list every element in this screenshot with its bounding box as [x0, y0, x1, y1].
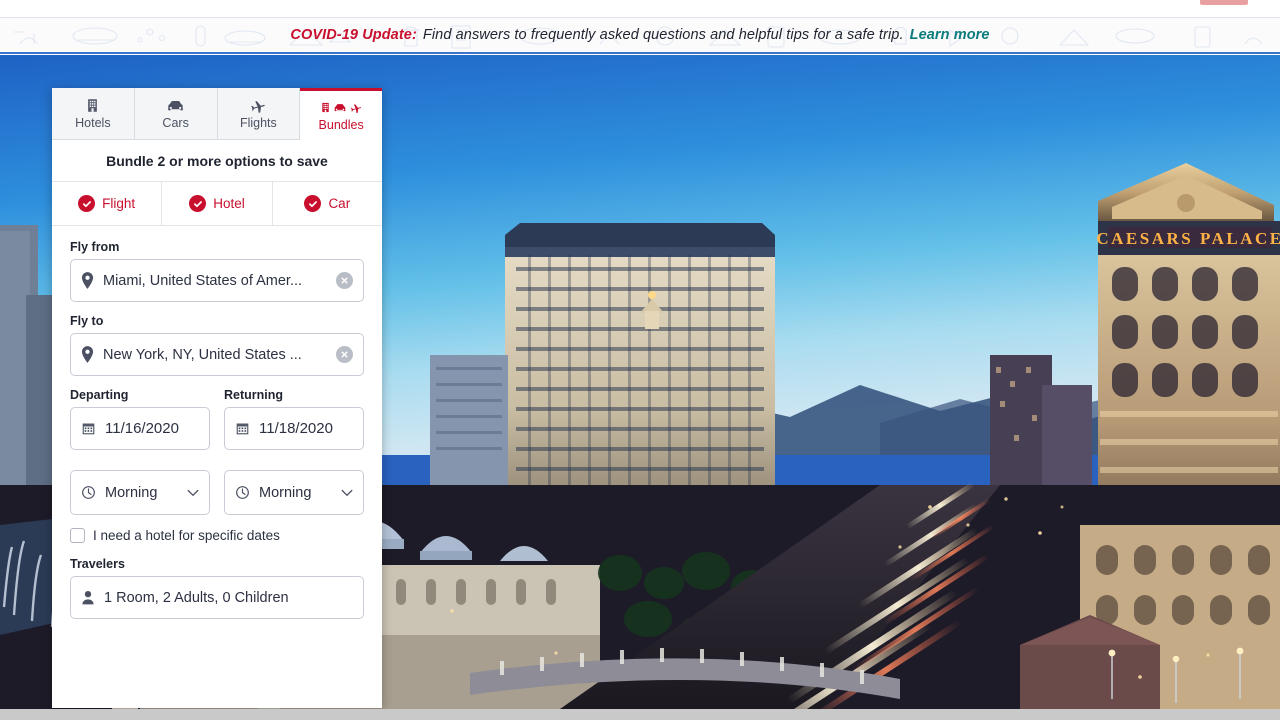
car-icon — [166, 97, 185, 114]
tab-cars[interactable]: Cars — [134, 88, 218, 140]
travelers-input[interactable]: 1 Room, 2 Adults, 0 Children — [70, 576, 364, 619]
returning-time-select[interactable]: Morning — [224, 470, 364, 515]
person-icon — [81, 590, 95, 605]
check-circle-icon — [78, 195, 96, 212]
fly-to-value: New York, NY, United States ... — [103, 346, 302, 363]
product-toggle-flight[interactable]: Flight — [52, 182, 163, 225]
clock-icon — [81, 485, 96, 500]
covid-learn-more-link[interactable]: Learn more — [910, 27, 990, 43]
fly-to-field: Fly to New York, NY, United States ... — [70, 314, 364, 376]
returning-date-input[interactable]: 11/18/2020 — [224, 407, 364, 450]
product-toggle-car[interactable]: Car — [273, 182, 382, 225]
chevron-down-icon — [341, 489, 353, 497]
product-label-hotel: Hotel — [213, 196, 245, 211]
tab-hotels[interactable]: Hotels — [52, 88, 135, 140]
clear-circle-icon[interactable] — [336, 346, 353, 363]
hotel-specific-dates-checkbox[interactable]: I need a hotel for specific dates — [70, 528, 364, 543]
departing-date-input[interactable]: 11/16/2020 — [70, 407, 210, 450]
tab-label-bundles: Bundles — [318, 118, 364, 133]
fly-from-input[interactable]: Miami, United States of Amer... — [70, 259, 364, 302]
calendar-icon — [81, 421, 96, 436]
date-row: Departing 11/16/2020 Returning 11/18/202… — [70, 388, 364, 450]
departing-time-value: Morning — [105, 484, 158, 501]
travelers-field: Travelers 1 Room, 2 Adults, 0 Children — [70, 557, 364, 619]
map-pin-icon — [81, 272, 94, 289]
bottom-scroll-strip — [0, 709, 1280, 720]
time-row: Morning Morning — [70, 470, 364, 515]
tab-label-flights: Flights — [239, 116, 277, 131]
calendar-icon — [235, 421, 250, 436]
booking-widget-panel: Hotels Cars Flights Bundles Bundle 2 or … — [52, 88, 382, 708]
departing-time-select[interactable]: Morning — [70, 470, 210, 515]
hotel-specific-dates-label: I need a hotel for specific dates — [93, 528, 280, 543]
covid-banner-text: Find answers to frequently asked questio… — [422, 27, 904, 43]
departing-field: Departing 11/16/2020 — [70, 388, 210, 450]
bundle-hotel-car-plane-icon — [320, 99, 363, 116]
returning-date-value: 11/18/2020 — [259, 420, 333, 437]
departing-label: Departing — [70, 388, 129, 402]
product-toggle-row: Flight Hotel Car — [52, 182, 382, 226]
returning-label: Returning — [224, 388, 284, 402]
fly-from-label: Fly from — [70, 240, 120, 254]
covid-banner-title: COVID-19 Update: — [290, 27, 417, 43]
chevron-down-icon — [187, 489, 199, 497]
travelers-value: 1 Room, 2 Adults, 0 Children — [104, 589, 289, 606]
clear-circle-icon[interactable] — [336, 272, 353, 289]
tab-label-cars: Cars — [162, 116, 189, 131]
departing-time-field: Morning — [70, 470, 210, 515]
browser-top-strip — [0, 0, 1280, 18]
svg-text:CAESARS PALACE: CAESARS PALACE — [1096, 229, 1280, 248]
returning-time-value: Morning — [259, 484, 312, 501]
returning-field: Returning 11/18/2020 — [224, 388, 364, 450]
travelers-label: Travelers — [70, 557, 125, 571]
product-label-flight: Flight — [102, 196, 136, 211]
fly-from-field: Fly from Miami, United States of Amer... — [70, 240, 364, 302]
returning-time-field: Morning — [224, 470, 364, 515]
fly-to-input[interactable]: New York, NY, United States ... — [70, 333, 364, 376]
tab-flights[interactable]: Flights — [217, 88, 301, 140]
panel-subtitle: Bundle 2 or more options to save — [52, 140, 382, 182]
tab-label-hotels: Hotels — [75, 116, 111, 131]
map-pin-icon — [81, 346, 94, 363]
fly-to-label: Fly to — [70, 314, 104, 328]
fly-from-value: Miami, United States of Amer... — [103, 272, 303, 289]
hotel-building-icon — [85, 97, 100, 114]
product-label-car: Car — [328, 196, 351, 211]
check-circle-icon — [189, 195, 207, 212]
app-screen: COVID-19 Update: Find answers to frequen… — [0, 0, 1280, 720]
airplane-icon — [249, 97, 267, 114]
departing-date-value: 11/16/2020 — [105, 420, 179, 437]
search-form: Fly from Miami, United States of Amer...… — [52, 226, 382, 619]
clock-icon — [235, 485, 250, 500]
tab-bundles[interactable]: Bundles — [300, 88, 382, 140]
product-toggle-hotel[interactable]: Hotel — [162, 182, 273, 225]
covid-update-banner: COVID-19 Update: Find answers to frequen… — [0, 18, 1280, 54]
checkbox-icon[interactable] — [70, 528, 85, 543]
check-circle-icon — [304, 195, 322, 212]
product-tabs: Hotels Cars Flights Bundles — [52, 88, 382, 140]
top-right-partial-button[interactable] — [1200, 0, 1248, 5]
